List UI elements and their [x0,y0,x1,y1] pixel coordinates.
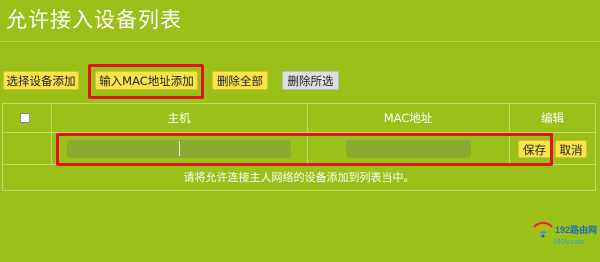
select-device-add-button[interactable]: 选择设备添加 [3,71,79,90]
mac-address-input[interactable] [346,140,471,158]
title-divider [0,41,600,42]
column-header-edit: 编辑 [541,111,564,125]
select-all-checkbox[interactable] [20,113,30,123]
watermark-site: 192ly.com [553,239,585,246]
text-cursor [179,141,180,156]
cancel-button[interactable]: 取消 [555,140,587,158]
mac-address-add-button[interactable]: 输入MAC地址添加 [95,71,198,90]
page-title: 允许接入设备列表 [6,8,182,32]
delete-selected-button[interactable]: 删除所选 [282,71,339,90]
delete-all-button[interactable]: 删除全部 [212,71,268,90]
header-row-divider [2,132,596,133]
column-header-host: 主机 [167,111,191,125]
edit-row-divider [2,164,596,165]
watermark-brand: 192路由网 [555,225,598,235]
save-button[interactable]: 保存 [518,140,551,158]
column-header-mac: MAC地址 [383,111,433,125]
watermark-logo: 192路由网 192ly.com [531,211,598,253]
empty-list-message: 请将允许连接主人网络的设备添加到列表当中。 [183,171,415,184]
wifi-icon [533,221,553,238]
